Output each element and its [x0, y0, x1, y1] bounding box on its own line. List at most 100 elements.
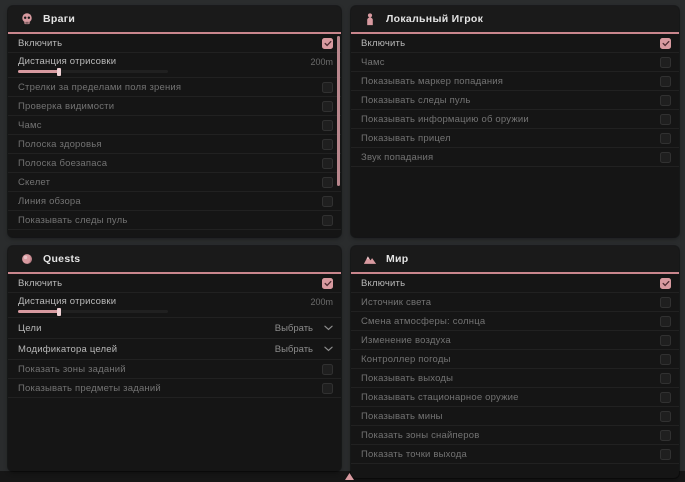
settings-row: Показывать выходы — [351, 369, 679, 388]
panel-title: Мир — [386, 253, 409, 265]
checkbox[interactable] — [322, 364, 333, 375]
panel-world-header: Мир — [351, 246, 679, 274]
check-icon — [324, 40, 332, 47]
dropdown-select[interactable]: Выбрать — [275, 344, 333, 355]
settings-row: Включить — [8, 34, 341, 53]
settings-row: Полоска боезапаса — [8, 154, 341, 173]
checkbox[interactable] — [322, 278, 333, 289]
checkbox[interactable] — [660, 392, 671, 403]
panel-quests-header: Quests — [8, 246, 341, 274]
setting-label: Показывать предметы заданий — [18, 383, 161, 394]
setting-label: Показывать выходы — [361, 373, 453, 384]
settings-row: Источник света — [351, 293, 679, 312]
setting-label: Модификатора целей — [18, 344, 117, 355]
settings-row: Линия обзора — [8, 192, 341, 211]
setting-label: Скелет — [18, 177, 50, 188]
slider-handle[interactable] — [57, 68, 61, 76]
settings-row: Дистанция отрисовки200m — [8, 53, 341, 78]
checkbox[interactable] — [322, 383, 333, 394]
checkbox[interactable] — [322, 196, 333, 207]
setting-label: Стрелки за пределами поля зрения — [18, 82, 181, 93]
settings-row: Показывать следы пуль — [8, 211, 341, 230]
setting-label: Показывать следы пуль — [361, 95, 471, 106]
setting-label: Включить — [18, 38, 62, 49]
checkbox[interactable] — [660, 114, 671, 125]
setting-label: Источник света — [361, 297, 431, 308]
checkbox[interactable] — [660, 297, 671, 308]
checkbox[interactable] — [660, 335, 671, 346]
panel-enemies-body: Включить Дистанция отрисовки200m Стрелки з… — [8, 34, 341, 230]
settings-row: Показывать мины — [351, 407, 679, 426]
settings-row: Показывать прицел — [351, 129, 679, 148]
checkbox[interactable] — [660, 449, 671, 460]
checkbox[interactable] — [660, 411, 671, 422]
slider-fill — [18, 70, 59, 73]
panel-enemies: Враги Включить Дистанция отрисовки200m Стр… — [8, 6, 341, 237]
checkbox[interactable] — [660, 354, 671, 365]
checkbox[interactable] — [660, 95, 671, 106]
setting-label: Полоска здоровья — [18, 139, 102, 150]
checkbox[interactable] — [660, 38, 671, 49]
checkbox[interactable] — [660, 430, 671, 441]
checkbox[interactable] — [322, 38, 333, 49]
quest-sphere-icon — [20, 252, 34, 266]
panel-world: Мир ВключитьИсточник светаСмена атмосфер… — [351, 246, 679, 478]
slider-handle[interactable] — [57, 308, 61, 316]
checkbox[interactable] — [660, 373, 671, 384]
setting-label: Контроллер погоды — [361, 354, 451, 365]
checkbox[interactable] — [322, 158, 333, 169]
checkbox[interactable] — [660, 278, 671, 289]
setting-label: Смена атмосферы: солнца — [361, 316, 485, 327]
person-icon — [363, 12, 377, 26]
setting-label: Включить — [361, 38, 405, 49]
settings-row: Показывать предметы заданий — [8, 379, 341, 398]
settings-row: Полоска здоровья — [8, 135, 341, 154]
settings-row: Показывать маркер попадания — [351, 72, 679, 91]
setting-label: Показать зоны заданий — [18, 364, 126, 375]
settings-row: Проверка видимости — [8, 97, 341, 116]
settings-row: Цели Выбрать — [8, 318, 341, 339]
check-icon — [324, 280, 332, 287]
panel-title: Враги — [43, 13, 75, 25]
setting-label: Показывать мины — [361, 411, 443, 422]
setting-label: Показывать следы пуль — [18, 215, 128, 226]
checkbox[interactable] — [322, 215, 333, 226]
setting-label: Чамс — [361, 57, 385, 68]
scrollbar[interactable] — [337, 36, 340, 186]
settings-row: Контроллер погоды — [351, 350, 679, 369]
panel-title: Локальный Игрок — [386, 13, 483, 25]
checkbox[interactable] — [322, 120, 333, 131]
checkbox[interactable] — [322, 101, 333, 112]
checkbox[interactable] — [660, 76, 671, 87]
dropdown-value: Выбрать — [275, 323, 313, 334]
settings-row: Изменение воздуха — [351, 331, 679, 350]
checkbox[interactable] — [322, 177, 333, 188]
checkbox[interactable] — [660, 316, 671, 327]
settings-row: Чамс — [351, 53, 679, 72]
checkbox[interactable] — [660, 152, 671, 163]
panel-enemies-header: Враги — [8, 6, 341, 34]
setting-label: Показывать стационарное оружие — [361, 392, 519, 403]
mountains-icon — [363, 252, 377, 266]
setting-label: Изменение воздуха — [361, 335, 451, 346]
settings-row: Звук попадания — [351, 148, 679, 167]
setting-label: Показывать информацию об оружии — [361, 114, 529, 125]
setting-label: Показать зоны снайперов — [361, 430, 480, 441]
dropdown-select[interactable]: Выбрать — [275, 323, 333, 334]
setting-label: Цели — [18, 323, 42, 334]
dropdown-value: Выбрать — [275, 344, 313, 355]
setting-label: Показывать маркер попадания — [361, 76, 503, 87]
settings-row: Чамс — [8, 116, 341, 135]
setting-label: Чамс — [18, 120, 42, 131]
slider-track[interactable] — [18, 310, 168, 313]
slider-track[interactable] — [18, 70, 168, 73]
settings-row: Показать зоны заданий — [8, 360, 341, 379]
checkbox[interactable] — [660, 57, 671, 68]
checkbox[interactable] — [322, 82, 333, 93]
setting-label: Линия обзора — [18, 196, 81, 207]
skull-icon — [20, 12, 34, 26]
checkbox[interactable] — [322, 139, 333, 150]
settings-row: Показывать следы пуль — [351, 91, 679, 110]
setting-label: Проверка видимости — [18, 101, 114, 112]
checkbox[interactable] — [660, 133, 671, 144]
